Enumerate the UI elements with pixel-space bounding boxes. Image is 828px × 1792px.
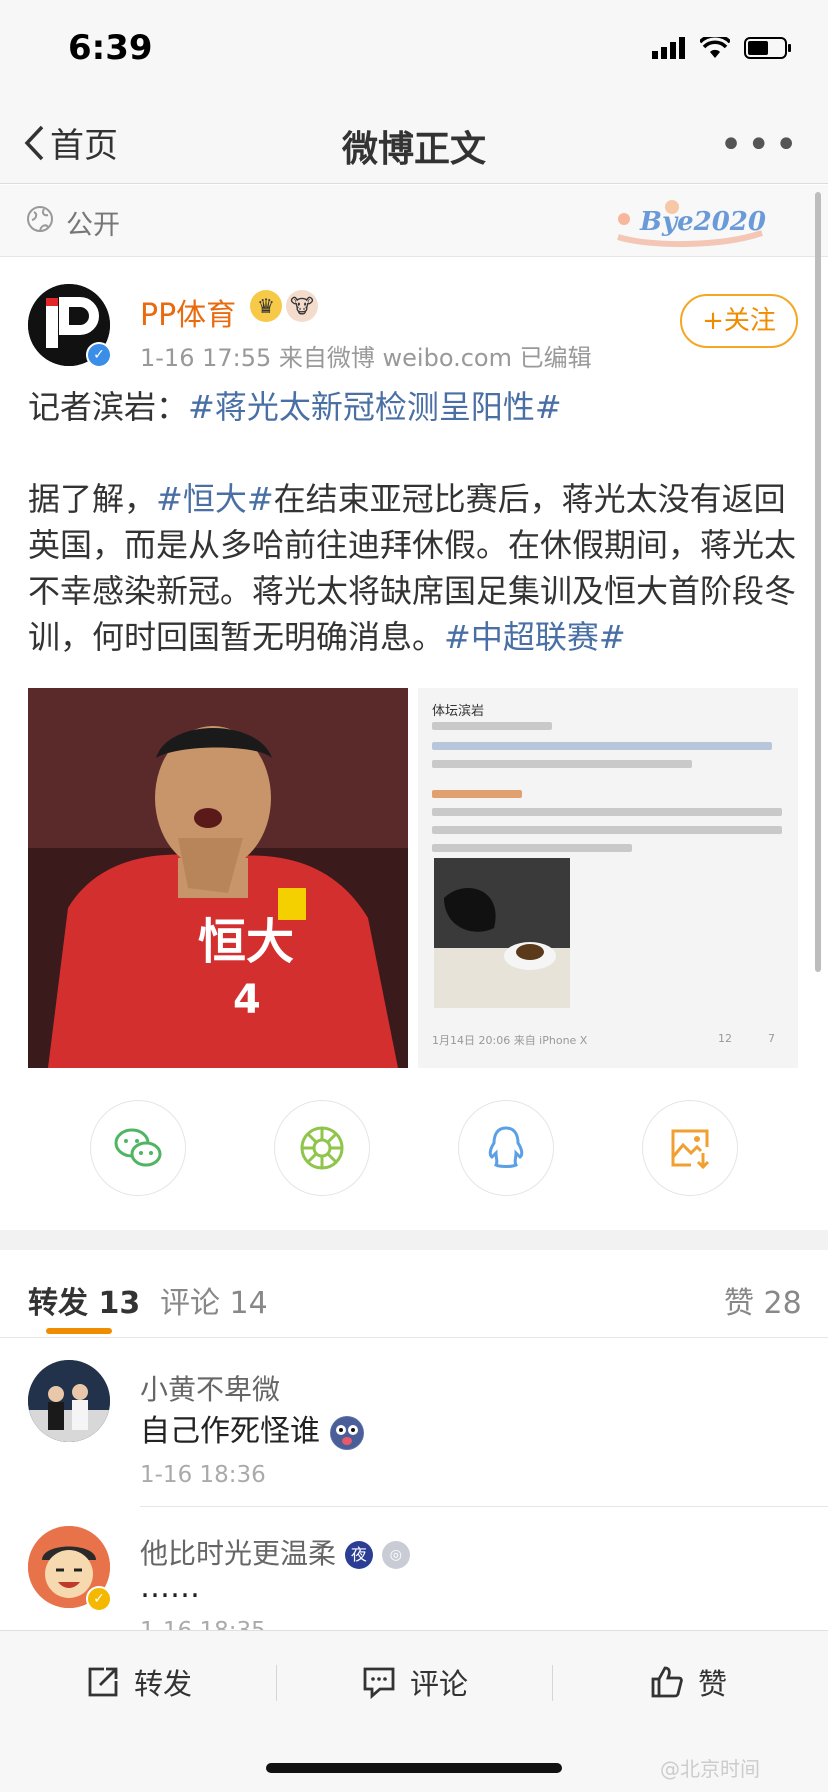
post-meta: 1-16 17:55 来自微博 weibo.com 已编辑 <box>140 344 592 372</box>
more-button[interactable]: ••• <box>719 122 802 168</box>
post-headline: 记者滨岩：#蒋光太新冠检测呈阳性# <box>28 384 798 430</box>
post-header: ✓ PP体育 ♛ 🐮 1-16 17:55 来自微博 weibo.com 已编辑… <box>0 258 828 388</box>
repost-text: 自己作死怪谁 <box>140 1406 364 1450</box>
screenshot-text-line <box>432 844 632 852</box>
status-icons <box>652 36 792 60</box>
screenshot-text-line <box>432 790 522 798</box>
ox-icon: 🐮 <box>286 290 318 322</box>
repost-author[interactable]: 他比时光更温柔 夜 ◎ <box>140 1532 410 1572</box>
like-button[interactable]: 赞 <box>650 1661 727 1703</box>
repost-time: 1-16 18:36 <box>140 1462 266 1488</box>
bye2020-text: Bye2020 <box>640 207 766 237</box>
list-item[interactable]: 小黄不卑微 自己作死怪谁 1-16 18:36 <box>0 1338 828 1508</box>
repost-label: 转发 <box>134 1667 193 1701</box>
save-image-button[interactable] <box>642 1100 738 1196</box>
repost-author[interactable]: 小黄不卑微 <box>140 1368 280 1408</box>
avatar[interactable] <box>28 1360 110 1442</box>
comment-icon <box>363 1667 395 1699</box>
thumbs-up-icon <box>651 1666 683 1698</box>
wechat-icon <box>114 1128 162 1167</box>
post-photo-player[interactable]: 恒大 4 <box>28 688 408 1068</box>
repost-text-content: 自己作死怪谁 <box>140 1414 320 1449</box>
screenshot-text-line <box>432 742 772 750</box>
nav-bar: 首页 微博正文 ••• <box>0 100 828 184</box>
repost-icon <box>88 1667 118 1697</box>
globe-icon <box>27 206 53 232</box>
screenshot-text-line <box>432 760 692 768</box>
divider <box>552 1665 553 1701</box>
like-label: 赞 <box>698 1667 728 1701</box>
home-indicator[interactable] <box>266 1763 562 1773</box>
screenshot-photo <box>434 858 570 1008</box>
follow-button[interactable]: +关注 <box>680 294 798 348</box>
bottom-action-bar: 转发 评论 赞 @北京时间 <box>0 1630 828 1792</box>
screenshot-comments: 7 <box>768 1032 775 1045</box>
save-image-icon <box>671 1129 710 1170</box>
list-item[interactable]: ✓ 他比时光更温柔 夜 ◎ …… 1-16 18:35 <box>0 1508 828 1630</box>
share-moments-button[interactable] <box>274 1100 370 1196</box>
headline-prefix: 记者滨岩： <box>28 388 189 426</box>
hashtag-link[interactable]: #中超联赛# <box>444 618 626 656</box>
interaction-tabs: 转发 13 评论 14 赞 28 <box>0 1250 828 1338</box>
repost-author-text: 他比时光更温柔 <box>140 1537 337 1570</box>
medal-badge-icon: ◎ <box>381 1541 410 1569</box>
emoji-icon <box>329 1415 364 1450</box>
hashtag-link[interactable]: #蒋光太新冠检测呈阳性# <box>188 388 562 426</box>
tab-likes[interactable]: 赞 28 <box>724 1278 802 1322</box>
hashtag-link[interactable]: #恒大# <box>156 480 274 518</box>
share-qq-button[interactable] <box>458 1100 554 1196</box>
status-bar: 6:39 <box>0 0 828 100</box>
repost-text: …… <box>140 1570 200 1605</box>
post-body: 记者滨岩：#蒋光太新冠检测呈阳性# 据了解，#恒大#在结束亚冠比赛后，蒋光太没有… <box>28 384 798 660</box>
comment-button[interactable]: 评论 <box>362 1661 468 1703</box>
share-row <box>0 1100 828 1200</box>
screenshot-reposts: 12 <box>718 1032 732 1045</box>
screenshot-text-line <box>432 722 552 730</box>
verified-icon: ✓ <box>86 342 112 368</box>
verified-icon: ✓ <box>86 1586 112 1612</box>
screenshot-text-line <box>432 808 782 816</box>
section-divider <box>0 1230 828 1250</box>
visibility-label: 公开 <box>66 210 120 241</box>
screenshot-time: 1月14日 20:06 来自 iPhone X <box>432 1034 588 1047</box>
screenshot-text-line <box>432 826 782 834</box>
jersey-number: 4 <box>233 977 261 1023</box>
jersey-text: 恒大 <box>198 914 294 970</box>
author-name[interactable]: PP体育 <box>140 290 236 334</box>
signal-icon <box>652 37 685 59</box>
qq-icon <box>488 1126 524 1168</box>
divider <box>140 1506 828 1507</box>
visibility-row: 公开 Bye2020 <box>0 185 828 257</box>
watermark: @北京时间 <box>660 1757 760 1781</box>
battery-icon <box>744 37 791 59</box>
night-badge-icon: 夜 <box>344 1541 373 1569</box>
moments-icon <box>300 1126 344 1170</box>
repost-button[interactable]: 转发 <box>86 1661 192 1703</box>
share-wechat-button[interactable] <box>90 1100 186 1196</box>
page-title: 微博正文 <box>341 129 486 170</box>
screenshot-author: 体坛滨岩 <box>432 704 485 719</box>
wifi-icon <box>700 37 730 58</box>
paragraph-prefix: 据了解， <box>28 480 157 518</box>
post-photo-screenshot[interactable]: 体坛滨岩 1月14日 20:06 来自 iPhone X 12 7 <box>418 688 798 1068</box>
divider <box>276 1665 277 1701</box>
status-time: 6:39 <box>68 28 153 68</box>
tab-reposts[interactable]: 转发 13 <box>28 1278 140 1322</box>
bye2020-badge: Bye2020 <box>610 193 770 253</box>
active-tab-indicator <box>46 1328 112 1334</box>
comment-label: 评论 <box>410 1667 469 1701</box>
post-paragraph: 据了解，#恒大#在结束亚冠比赛后，蒋光太没有返回英国，而是从多哈前往迪拜休假。在… <box>28 476 798 660</box>
repost-time: 1-16 18:35 <box>140 1618 266 1630</box>
author-badges: ♛ 🐮 <box>250 290 318 322</box>
tab-comments[interactable]: 评论 14 <box>160 1278 268 1322</box>
crown-icon: ♛ <box>250 290 282 322</box>
